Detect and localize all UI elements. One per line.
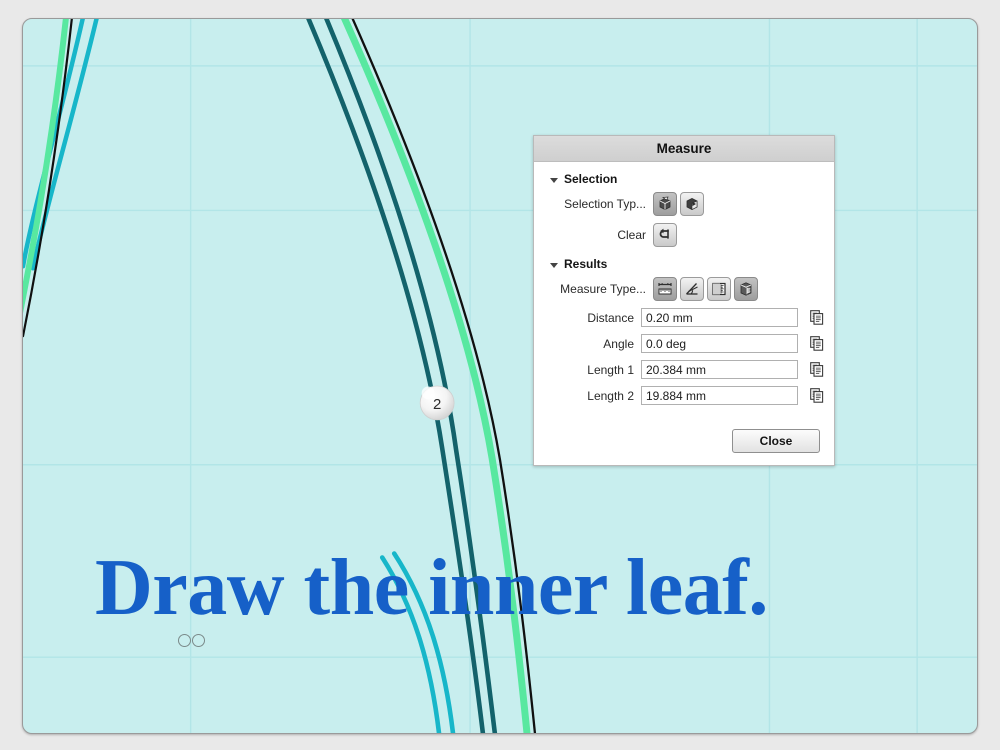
copy-icon[interactable] [809, 362, 824, 378]
dialog-button-bar: Close [544, 429, 820, 453]
angle-glyph [686, 283, 698, 295]
solid-body-select-icon[interactable] [653, 192, 677, 216]
field-value-length-1[interactable]: 20.384 mm [641, 360, 798, 379]
chevron-down-icon-results[interactable] [550, 262, 558, 268]
measure-type-label: Measure Type... [560, 282, 646, 296]
field-value-angle[interactable]: 0.0 deg [641, 334, 798, 353]
distance-ruler-icon[interactable] [653, 277, 677, 301]
field-label: Angle [603, 336, 634, 351]
circle-glyph-right [192, 634, 205, 647]
field-label: Distance [587, 310, 634, 325]
distance-glyph [658, 283, 672, 295]
page-title: Draw the inner leaf. [95, 544, 768, 632]
volume-measure-icon[interactable] [734, 277, 758, 301]
field-label: Length 2 [587, 388, 634, 403]
field-control: 0.20 mm [641, 308, 824, 327]
volume-glyph [740, 282, 752, 296]
result-field-row: Length 1 20.384 mm [544, 360, 824, 379]
copy-icon[interactable] [809, 336, 824, 352]
field-control: 19.884 mm [641, 386, 824, 405]
field-label: Length 1 [587, 362, 634, 377]
face-select-icon[interactable] [680, 192, 704, 216]
field-control: 0.0 deg [641, 334, 824, 353]
result-field-row: Distance 0.20 mm [544, 308, 824, 327]
measure-type-row: Measure Type... [544, 277, 824, 301]
results-section-header[interactable]: Results [550, 257, 824, 271]
dialog-title: Measure [534, 136, 834, 162]
field-value-distance[interactable]: 0.20 mm [641, 308, 798, 327]
dialog-body: Selection Selection Typ... Clear Results… [534, 162, 834, 465]
results-section-label: Results [564, 257, 608, 271]
measure-point-marker: 2 [419, 385, 455, 421]
field-value-length-2[interactable]: 19.884 mm [641, 386, 798, 405]
two-circles-glyph [178, 634, 205, 647]
selection-section-header[interactable]: Selection [550, 172, 824, 186]
result-field-row: Length 2 19.884 mm [544, 386, 824, 405]
face-glyph [686, 198, 698, 210]
result-fields: Distance 0.20 mm Angle 0.0 deg Length 1 20.38… [544, 308, 824, 405]
solid-body-glyph [659, 196, 671, 210]
chevron-down-icon[interactable] [550, 177, 558, 183]
selection-type-row: Selection Typ... [544, 192, 824, 216]
field-control: 20.384 mm [641, 360, 824, 379]
area-measure-icon[interactable] [707, 277, 731, 301]
undo-arrow-glyph [659, 228, 669, 239]
area-glyph [712, 282, 726, 296]
measure-dialog[interactable]: Measure Selection Selection Typ... Clear… [533, 135, 835, 466]
undo-arrow-icon[interactable] [653, 223, 677, 247]
app-root: 2 Draw the inner leaf. Measure Selection… [0, 0, 1000, 750]
marker-label: 2 [433, 396, 441, 413]
angle-measure-icon[interactable] [680, 277, 704, 301]
copy-icon[interactable] [809, 388, 824, 404]
close-button[interactable]: Close [732, 429, 820, 453]
circle-glyph-left [178, 634, 191, 647]
copy-icon[interactable] [809, 310, 824, 326]
selection-type-label: Selection Typ... [564, 197, 646, 211]
result-field-row: Angle 0.0 deg [544, 334, 824, 353]
selection-section-label: Selection [564, 172, 618, 186]
clear-label: Clear [617, 228, 646, 242]
clear-row: Clear [544, 223, 824, 247]
left-green-guide [23, 19, 69, 314]
